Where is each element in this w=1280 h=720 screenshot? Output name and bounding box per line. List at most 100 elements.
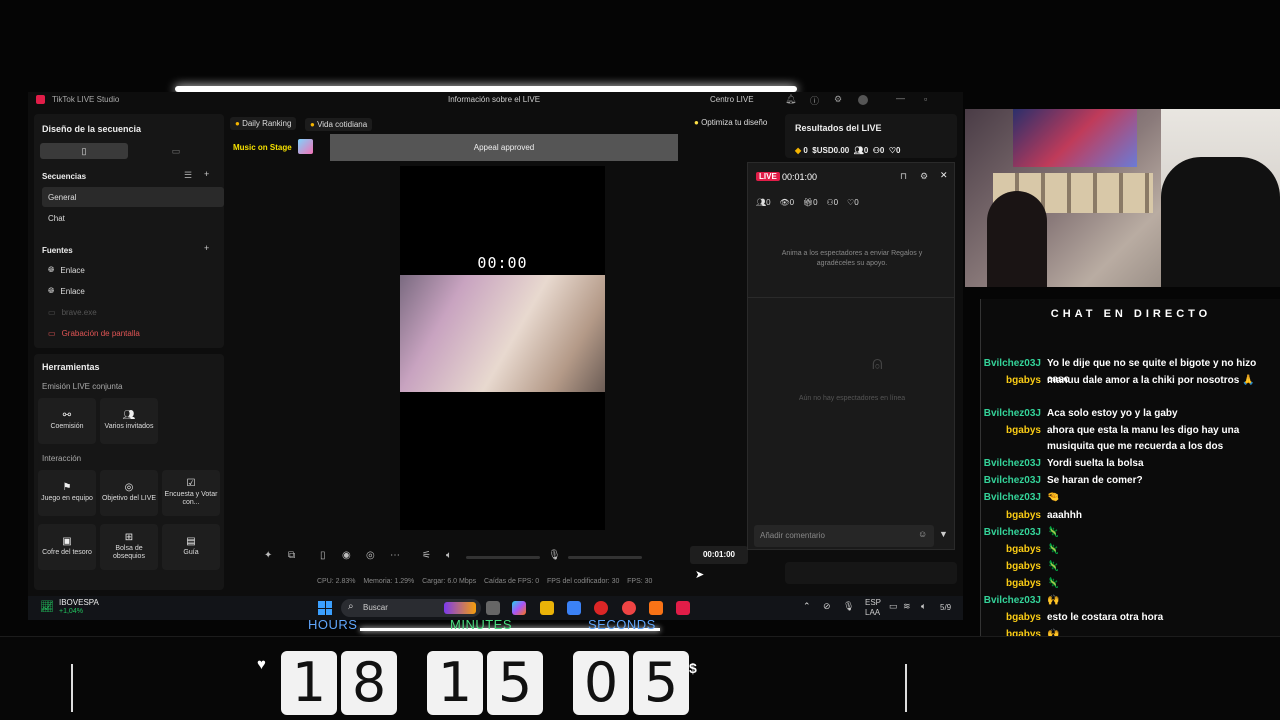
source-item-disabled[interactable]: ▭ brave.exe (42, 302, 224, 322)
search-icon: ⌕ (348, 601, 354, 612)
emoji-icon[interactable]: ☺ (918, 529, 927, 539)
more-icon[interactable]: ⋯ (390, 550, 400, 561)
chat-username[interactable]: Bvilchez03J (984, 456, 1041, 472)
chat-text: manuu dale amor a la chiki por nosotros … (1047, 375, 1255, 386)
settings-icon[interactable]: ⚙ (920, 171, 928, 182)
flame-icon: ● (235, 119, 240, 128)
divider (748, 297, 954, 298)
live-goal-button[interactable]: ◎ Objetivo del LIVE (100, 470, 158, 516)
chat-title: CHAT EN DIRECTO (1050, 308, 1212, 320)
help-icon[interactable]: ⓘ (810, 94, 819, 107)
chat-username[interactable]: Bvilchez03J (984, 593, 1041, 609)
landscape-layout-button[interactable]: ▭ (132, 143, 220, 159)
sequence-general[interactable]: General (42, 187, 224, 207)
live-popup: LIVE 00:01:00 ⊓ ⚙ ✕ 👥︎0 👁︎0 🎁︎0 ⚇0 ♡0 An… (747, 162, 955, 550)
wifi-icon[interactable]: ≋ (903, 601, 911, 612)
follow-icon: ⚇ (872, 146, 880, 155)
optimize-layout-button[interactable]: ● Optimiza tu diseño (694, 118, 767, 127)
live-center-button[interactable]: Centro LIVE (710, 95, 754, 104)
mouse-cursor-icon: ➤ (695, 569, 705, 581)
microphone-icon[interactable]: 🎙︎ (843, 601, 854, 612)
category-tag[interactable]: ● Vida cotidiana (305, 118, 373, 131)
store-icon[interactable] (567, 601, 581, 615)
list-icon[interactable]: ☰ (184, 170, 192, 181)
dollar-icon: $ (689, 660, 697, 676)
phone-icon[interactable]: ▯ (320, 550, 326, 561)
brave-icon[interactable] (649, 601, 663, 615)
chat-username[interactable]: Bvilchez03J (984, 356, 1041, 372)
chat-username[interactable]: bgabys (1006, 576, 1041, 592)
record-icon[interactable]: ◉ (342, 550, 351, 561)
source-item[interactable]: 🌐︎ Enlace (42, 260, 224, 280)
music-on-stage[interactable]: Music on Stage (233, 143, 292, 152)
chat-username[interactable]: Bvilchez03J (984, 473, 1041, 489)
comment-input[interactable]: Añadir comentario (754, 525, 934, 547)
windows-start-icon[interactable] (318, 601, 332, 615)
chat-username[interactable]: bgabys (1006, 373, 1041, 389)
daily-ranking-tag[interactable]: ● Daily Ranking (230, 117, 297, 130)
person-left (987, 191, 1047, 287)
gift-bag-button[interactable]: ⊞ Bolsa de obsequios (100, 524, 158, 570)
source-item-screen-record[interactable]: ▭ Grabación de pantalla (42, 323, 224, 343)
microphone-icon[interactable]: 🎙︎ (548, 550, 561, 561)
empty-viewers-icon: ⍝ (872, 353, 883, 373)
guide-button[interactable]: ▤ Guía (162, 524, 220, 570)
tiktok-live-icon[interactable] (676, 601, 690, 615)
search-box[interactable]: ⌕ Buscar (341, 599, 481, 617)
chest-icon: ▣ (62, 535, 72, 547)
chat-username[interactable]: bgabys (1006, 610, 1041, 626)
screen-icon[interactable]: ▭ (889, 601, 898, 612)
tools-title: Herramientas (42, 362, 100, 372)
chrome-icon[interactable] (622, 601, 636, 615)
target-icon[interactable]: ◎ (366, 550, 375, 561)
chat-username[interactable]: Bvilchez03J (984, 490, 1041, 506)
portrait-layout-button[interactable]: ▯ (40, 143, 128, 159)
file-explorer-icon[interactable] (540, 601, 554, 615)
minimize-icon[interactable]: — (896, 93, 905, 103)
poll-button[interactable]: ☑ Encuesta y Votar con... (162, 470, 220, 516)
layout-switch-icon[interactable]: ⧉ (288, 550, 295, 561)
treasure-chest-button[interactable]: ▣ Cofre del tesoro (38, 524, 96, 570)
settings-icon[interactable]: ⚙ (834, 94, 842, 105)
filter-icon[interactable]: ▼ (939, 529, 948, 539)
close-icon[interactable]: ✕ (940, 170, 948, 181)
chevron-up-icon[interactable]: ⌃ (803, 601, 811, 612)
live-info-link[interactable]: Información sobre el LIVE (448, 95, 540, 104)
chat-username[interactable]: bgabys (1006, 508, 1041, 524)
magic-icon[interactable]: ✦ (264, 550, 272, 561)
bell-icon[interactable]: 🔔︎ (785, 94, 796, 105)
chat-username[interactable]: bgabys (1006, 423, 1041, 439)
chat-username[interactable]: Bvilchez03J (984, 406, 1041, 422)
followers-value: 0 (879, 146, 885, 155)
chat-username[interactable]: bgabys (1006, 559, 1041, 575)
speaker-icon[interactable]: 🔈︎ (446, 550, 452, 561)
ticker-name[interactable]: IBOVESPA (59, 598, 99, 607)
maximize-icon[interactable]: ▫ (924, 94, 927, 104)
results-values: ◆ 0 $USD0.00 👥︎0 ⚇0 ♡0 (795, 146, 900, 155)
language-primary[interactable]: ESP (865, 598, 881, 607)
lock-icon[interactable]: ⊓ (900, 171, 907, 182)
chat-username[interactable]: bgabys (1006, 542, 1041, 558)
chat-username[interactable]: Bvilchez03J (984, 525, 1041, 541)
no-network-icon[interactable]: ⊘ (823, 601, 831, 612)
speaker-icon[interactable]: 🔈︎ (921, 601, 926, 612)
multi-guest-button[interactable]: 👥︎ Varios invitados (100, 398, 158, 444)
team-game-button[interactable]: ⚑ Juego en equipo (38, 470, 96, 516)
music-thumbnail-icon[interactable] (298, 139, 313, 154)
sliders-icon[interactable]: ⚟ (422, 550, 431, 561)
opera-icon[interactable] (594, 601, 608, 615)
globe-icon: 🌐︎ (48, 265, 55, 274)
tool-label: Varios invitados (104, 422, 154, 430)
source-item[interactable]: 🌐︎ Enlace (42, 281, 224, 301)
coemision-button[interactable]: ⚯ Coemisión (38, 398, 96, 444)
copilot-icon[interactable] (512, 601, 526, 615)
sequence-chat[interactable]: Chat (42, 208, 224, 228)
add-sequence-icon[interactable]: + (204, 169, 209, 179)
add-source-icon[interactable]: + (204, 243, 209, 253)
mic-slider[interactable] (568, 556, 642, 559)
avatar[interactable] (858, 95, 868, 105)
tool-label: Objetivo del LIVE (101, 494, 157, 502)
task-view-icon[interactable] (486, 601, 500, 615)
poll-icon: ☑ (186, 477, 196, 489)
volume-slider[interactable] (466, 556, 540, 559)
